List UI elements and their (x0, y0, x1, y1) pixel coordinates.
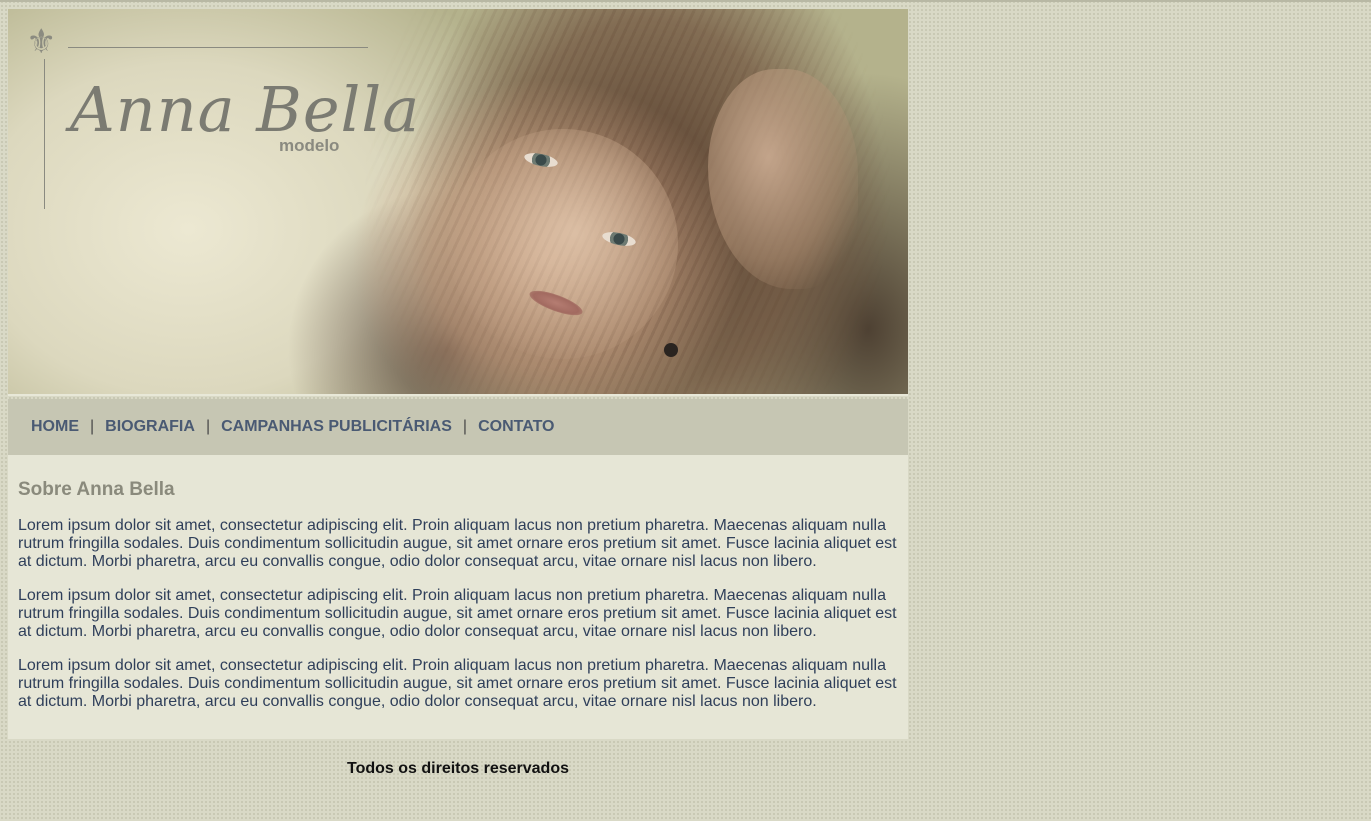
content-paragraph: Lorem ipsum dolor sit amet, consectetur … (18, 657, 897, 710)
footer-copyright: Todos os direitos reservados (347, 760, 569, 777)
main-content: Sobre Anna Bella Lorem ipsum dolor sit a… (8, 455, 908, 739)
nav-separator: | (205, 418, 211, 435)
top-border (0, 0, 1371, 2)
main-nav: HOME | BIOGRAFIA | CAMPANHAS PUBLICITÁRI… (8, 399, 908, 455)
header-divider (8, 394, 908, 396)
content-paragraph: Lorem ipsum dolor sit amet, consectetur … (18, 517, 897, 570)
page-title: Sobre Anna Bella (18, 479, 175, 500)
nav-separator: | (462, 418, 468, 435)
header-banner: ⚜ Anna Bella modelo (8, 9, 908, 396)
content-paragraph: Lorem ipsum dolor sit amet, consectetur … (18, 587, 897, 640)
nav-campanhas-publicitarias[interactable]: CAMPANHAS PUBLICITÁRIAS (221, 418, 452, 436)
banner-earring (664, 343, 678, 357)
logo-name: Anna Bella (70, 73, 421, 146)
nav-home[interactable]: HOME (31, 418, 79, 436)
nav-separator: | (90, 418, 95, 435)
logo-subtitle: modelo (279, 136, 340, 155)
page-container: ⚜ Anna Bella modelo HOME | BIOGRAFIA | C… (8, 9, 908, 778)
banner-face (448, 129, 678, 359)
fleur-de-lis-icon: ⚜ (26, 22, 57, 62)
nav-biografia[interactable]: BIOGRAFIA (105, 418, 195, 436)
nav-contato[interactable]: CONTATO (478, 418, 554, 436)
logo-horizontal-rule (68, 47, 368, 48)
logo-vertical-rule (44, 59, 45, 209)
